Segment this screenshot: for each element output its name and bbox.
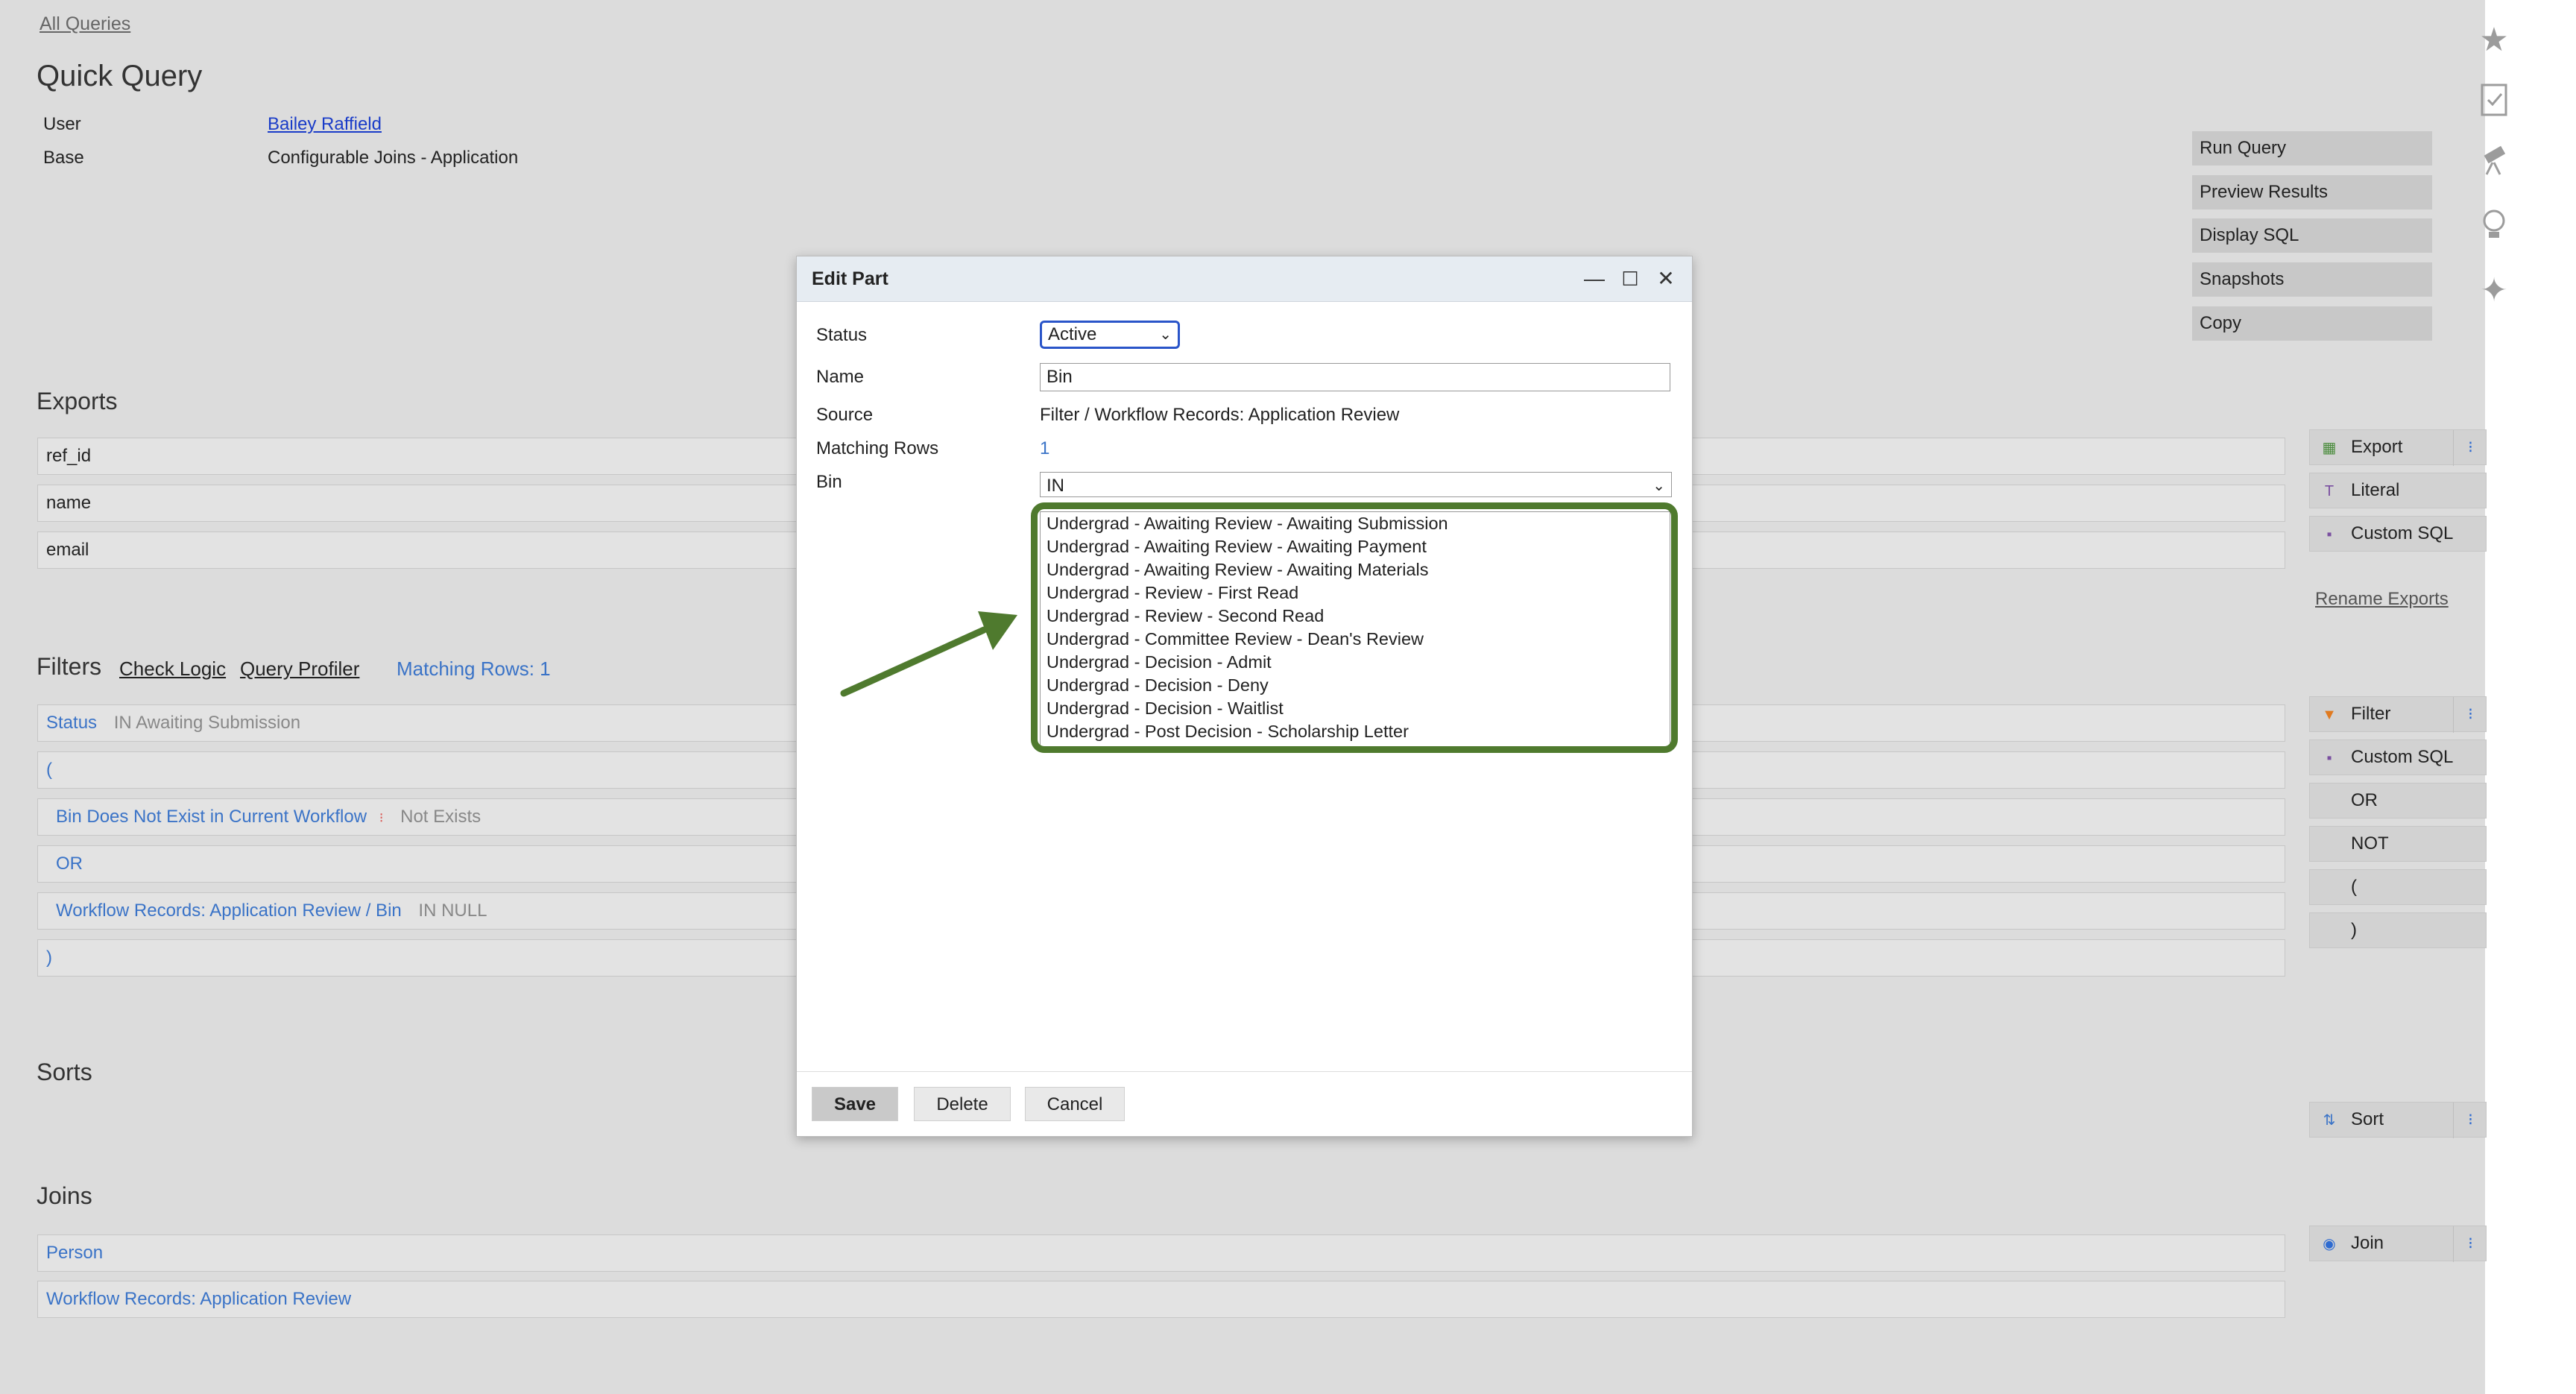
lightbulb-icon[interactable]: [2472, 207, 2516, 256]
sparkles-icon[interactable]: ✦: [2472, 268, 2516, 313]
custom-sql-label: Custom SQL: [2351, 747, 2454, 767]
filter-name[interactable]: (: [46, 760, 52, 780]
close-paren-button[interactable]: ): [2309, 912, 2487, 948]
export-button[interactable]: ▦ Export ⁝: [2309, 429, 2487, 466]
not-button[interactable]: NOT: [2309, 826, 2487, 862]
export-button-label: Export: [2351, 437, 2403, 457]
join-icon: ◉: [2323, 1236, 2336, 1252]
literal-button[interactable]: T Literal: [2309, 473, 2487, 508]
dialog-divider: [797, 1071, 1692, 1072]
sql-icon: ▪: [2326, 526, 2332, 543]
bin-operator-value: IN: [1046, 476, 1064, 496]
preview-results-button[interactable]: Preview Results: [2192, 175, 2432, 209]
filter-detail: Not Exists: [400, 807, 482, 827]
funnel-icon: ▼: [2322, 707, 2337, 723]
filter-custom-sql-button[interactable]: ▪ Custom SQL: [2309, 739, 2487, 775]
user-label: User: [43, 114, 81, 134]
maximize-icon[interactable]: ☐: [1615, 264, 1645, 294]
close-icon[interactable]: ✕: [1651, 264, 1681, 294]
share-icon[interactable]: ⁝: [2453, 697, 2487, 733]
delete-button[interactable]: Delete: [914, 1087, 1011, 1121]
sort-icon: ⇅: [2323, 1112, 2336, 1129]
filter-name[interactable]: Status: [46, 713, 97, 733]
display-sql-button[interactable]: Display SQL: [2192, 218, 2432, 253]
sql-icon: ▪: [2326, 750, 2332, 766]
export-row-label: name: [46, 493, 92, 513]
user-link[interactable]: Bailey Raffield: [268, 114, 382, 135]
annotation-arrow-icon: [840, 611, 1017, 697]
matching-rows-label: Matching Rows: [816, 438, 939, 458]
filters-heading: Filters: [37, 653, 102, 680]
join-button[interactable]: ◉ Join ⁝: [2309, 1226, 2487, 1262]
custom-sql-label: Custom SQL: [2351, 523, 2454, 543]
exports-heading: Exports: [37, 388, 118, 414]
join-button-label: Join: [2351, 1233, 2384, 1253]
copy-button[interactable]: Copy: [2192, 306, 2432, 341]
snapshots-button[interactable]: Snapshots: [2192, 262, 2432, 297]
table-icon: ▦: [2322, 440, 2337, 456]
sort-button[interactable]: ⇅ Sort ⁝: [2309, 1102, 2487, 1138]
share-icon[interactable]: ⁝: [2453, 1226, 2487, 1262]
bin-label: Bin: [816, 472, 842, 492]
minimize-icon[interactable]: —: [1579, 264, 1609, 294]
sorts-heading: Sorts: [37, 1059, 92, 1085]
page-title: Quick Query: [37, 60, 203, 92]
literal-button-label: Literal: [2351, 480, 2400, 500]
rename-exports-link[interactable]: Rename Exports: [2315, 589, 2449, 610]
chevron-down-icon: ⌄: [1652, 478, 1665, 494]
star-icon[interactable]: ★: [2472, 18, 2516, 63]
filter-button[interactable]: ▼ Filter ⁝: [2309, 696, 2487, 733]
open-paren-button[interactable]: (: [2309, 869, 2487, 905]
export-row-label: email: [46, 540, 89, 560]
source-label: Source: [816, 405, 874, 425]
filter-name[interactable]: OR: [56, 854, 83, 874]
bin-operator-select[interactable]: IN ⌄: [1040, 472, 1672, 497]
joins-heading: Joins: [37, 1182, 92, 1209]
name-label: Name: [816, 367, 865, 387]
join-name[interactable]: Person: [46, 1243, 103, 1263]
check-logic-link[interactable]: Check Logic: [119, 657, 226, 681]
base-label: Base: [43, 148, 84, 168]
filter-button-label: Filter: [2351, 704, 2391, 724]
matching-rows-count: Matching Rows: 1: [397, 657, 551, 680]
query-profiler-link[interactable]: Query Profiler: [240, 657, 359, 681]
filter-name[interactable]: Bin Does Not Exist in Current Workflow: [56, 807, 367, 827]
or-button[interactable]: OR: [2309, 783, 2487, 819]
share-icon[interactable]: ⁝: [2453, 1103, 2487, 1138]
export-row-label: ref_id: [46, 446, 92, 466]
filter-detail: IN NULL: [418, 901, 487, 921]
dialog-titlebar[interactable]: Edit Part — ☐ ✕: [797, 256, 1692, 302]
sort-button-label: Sort: [2351, 1109, 2384, 1129]
name-field[interactable]: Bin: [1040, 363, 1670, 391]
join-name[interactable]: Workflow Records: Application Review: [46, 1289, 351, 1309]
telescope-icon[interactable]: [2472, 145, 2516, 189]
matching-rows-value[interactable]: 1: [1040, 438, 1049, 459]
share-icon[interactable]: ⁝: [2453, 430, 2487, 466]
export-custom-sql-button[interactable]: ▪ Custom SQL: [2309, 516, 2487, 552]
base-value: Configurable Joins - Application: [268, 148, 519, 168]
filter-name[interactable]: Workflow Records: Application Review / B…: [56, 901, 402, 921]
join-row[interactable]: Person: [37, 1234, 2285, 1272]
save-button[interactable]: Save: [812, 1087, 898, 1121]
literal-icon: T: [2324, 483, 2334, 499]
status-value: Active: [1048, 324, 1097, 344]
filter-detail: IN Awaiting Submission: [113, 713, 301, 733]
share-icon: ⁝: [379, 810, 384, 825]
filter-name[interactable]: ): [46, 947, 52, 968]
source-value: Filter / Workflow Records: Application R…: [1040, 405, 1400, 425]
annotation-highlight-box: [1031, 502, 1678, 753]
chevron-down-icon: ⌄: [1159, 327, 1172, 343]
status-select[interactable]: Active ⌄: [1040, 321, 1180, 349]
cancel-button[interactable]: Cancel: [1025, 1087, 1125, 1121]
dialog-title: Edit Part: [812, 268, 888, 289]
join-row[interactable]: Workflow Records: Application Review: [37, 1281, 2285, 1318]
breadcrumb-all-queries[interactable]: All Queries: [40, 13, 130, 35]
status-label: Status: [816, 325, 868, 345]
run-query-button[interactable]: Run Query: [2192, 131, 2432, 165]
checklist-icon[interactable]: [2472, 81, 2516, 130]
